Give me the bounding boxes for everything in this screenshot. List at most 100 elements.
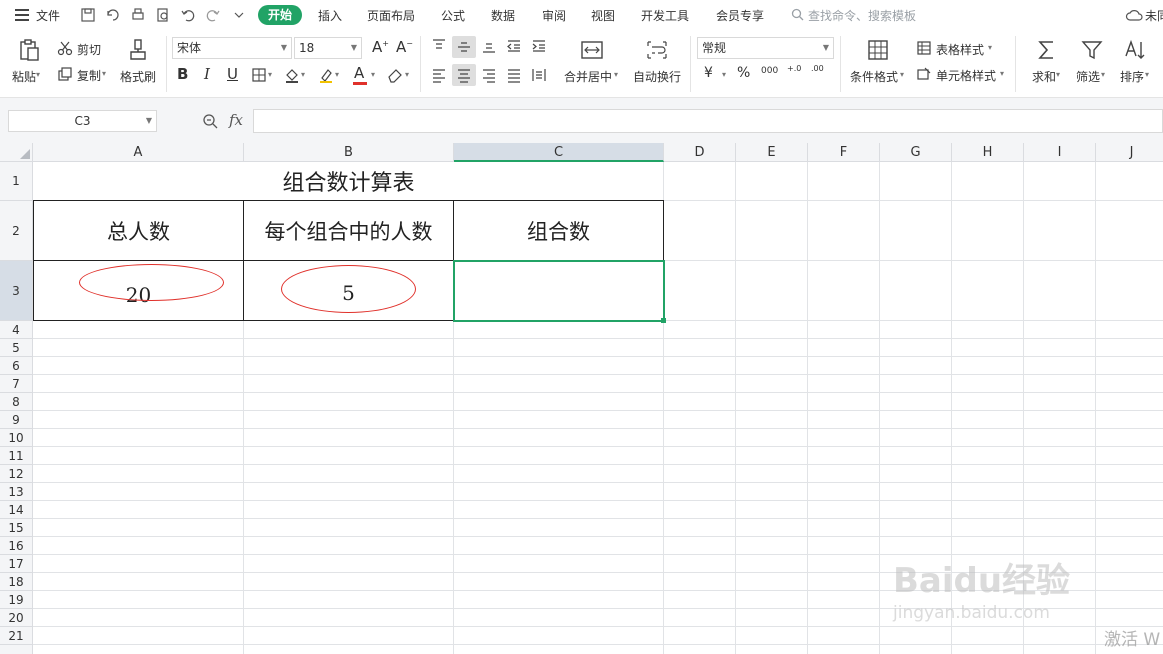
column-header-j[interactable]: J — [1096, 143, 1163, 162]
chevron-down-icon[interactable]: ▾ — [405, 70, 409, 79]
zoom-icon[interactable] — [202, 113, 218, 129]
format-painter-button[interactable]: 格式刷 — [120, 68, 156, 85]
row-header-3[interactable]: 3 — [0, 261, 33, 321]
row-header-10[interactable]: 10 — [0, 429, 33, 447]
align-top-icon[interactable] — [431, 38, 447, 54]
column-header-c[interactable]: C — [454, 143, 664, 162]
tab-insert[interactable]: 插入 — [318, 7, 342, 24]
column-header-g[interactable]: G — [880, 143, 952, 162]
cell-style-button[interactable]: 单元格样式 — [936, 67, 996, 84]
row-header-15[interactable]: 15 — [0, 519, 33, 537]
row-header-20[interactable]: 20 — [0, 609, 33, 627]
increase-indent-icon[interactable] — [531, 38, 547, 54]
name-box[interactable]: C3 ▼ — [8, 110, 157, 132]
tab-data[interactable]: 数据 — [491, 7, 515, 24]
row-header-19[interactable]: 19 — [0, 591, 33, 609]
tab-page-layout[interactable]: 页面布局 — [367, 7, 415, 24]
column-header-a[interactable]: A — [33, 143, 244, 162]
header-total-people[interactable]: 总人数 — [34, 201, 243, 260]
chevron-down-icon[interactable]: ▾ — [614, 70, 618, 79]
command-search-input[interactable]: 查找命令、搜索模板 — [808, 7, 916, 24]
copy-button[interactable]: 复制 — [77, 67, 101, 84]
align-right-icon[interactable] — [481, 67, 497, 83]
row-header-4[interactable]: 4 — [0, 321, 33, 339]
font-color-button[interactable]: A — [354, 64, 364, 82]
sync-status[interactable]: 未同 — [1145, 7, 1163, 24]
chevron-down-icon[interactable]: ▾ — [371, 70, 375, 79]
font-size-select[interactable]: 18 ▼ — [294, 37, 362, 59]
cut-button[interactable]: 剪切 — [77, 41, 101, 58]
row-header-13[interactable]: 13 — [0, 483, 33, 501]
chevron-down-icon[interactable]: ▾ — [1101, 70, 1105, 79]
decrease-indent-icon[interactable] — [506, 38, 522, 54]
tab-home[interactable]: 开始 — [258, 5, 302, 25]
align-bottom-icon[interactable] — [481, 38, 497, 54]
tab-view[interactable]: 视图 — [591, 7, 615, 24]
redo-icon[interactable] — [205, 7, 221, 23]
row-header-8[interactable]: 8 — [0, 393, 33, 411]
sheet-title-cell[interactable]: 组合数计算表 — [34, 162, 663, 200]
distributed-align-icon[interactable] — [531, 67, 547, 83]
currency-button[interactable]: ¥ — [704, 65, 713, 81]
paste-icon[interactable] — [17, 38, 41, 62]
paste-dropdown-icon[interactable]: ▾ — [36, 70, 40, 79]
column-header-h[interactable]: H — [952, 143, 1024, 162]
column-header-e[interactable]: E — [736, 143, 808, 162]
filter-button[interactable]: 筛选 — [1076, 68, 1100, 85]
chevron-down-icon[interactable]: ▾ — [1145, 70, 1149, 79]
number-format-select[interactable]: 常规 ▼ — [697, 37, 834, 59]
row-header-22[interactable] — [0, 645, 33, 654]
row-header-18[interactable]: 18 — [0, 573, 33, 591]
percent-button[interactable]: % — [737, 65, 750, 81]
tab-review[interactable]: 审阅 — [542, 7, 566, 24]
save-icon[interactable] — [80, 7, 96, 23]
export-icon[interactable] — [105, 7, 121, 23]
eraser-icon[interactable] — [387, 67, 403, 83]
paste-button[interactable]: 粘贴 — [12, 68, 36, 85]
row-header-9[interactable]: 9 — [0, 411, 33, 429]
chevron-down-icon[interactable]: ▾ — [900, 70, 904, 79]
highlight-icon[interactable] — [318, 67, 334, 83]
column-header-d[interactable]: D — [664, 143, 736, 162]
justify-icon[interactable] — [506, 67, 522, 83]
chevron-down-icon[interactable]: ▾ — [301, 70, 305, 79]
align-left-icon[interactable] — [431, 67, 447, 83]
fill-color-icon[interactable] — [284, 67, 300, 83]
row-header-21[interactable]: 21 — [0, 627, 33, 645]
row-header-6[interactable]: 6 — [0, 357, 33, 375]
decrease-decimal-button[interactable]: .00 — [811, 64, 824, 73]
chevron-down-icon[interactable]: ▾ — [1056, 70, 1060, 79]
tab-developer[interactable]: 开发工具 — [641, 7, 689, 24]
column-header-f[interactable]: F — [808, 143, 880, 162]
borders-icon[interactable] — [251, 67, 267, 83]
header-people-per-combination[interactable]: 每个组合中的人数 — [244, 201, 453, 260]
fx-label[interactable]: fx — [229, 111, 243, 129]
spreadsheet-grid[interactable]: A B C D E F G H I J 1 2 3 4 5 6 7 8 9 10… — [0, 143, 1163, 654]
chevron-down-icon[interactable]: ▾ — [268, 70, 272, 79]
table-style-button[interactable]: 表格样式 — [936, 41, 984, 58]
align-middle-button[interactable] — [452, 36, 476, 58]
copy-dropdown-icon[interactable]: ▾ — [102, 69, 106, 78]
file-menu[interactable]: 文件 — [36, 7, 60, 24]
hamburger-icon[interactable] — [15, 9, 29, 21]
bold-button[interactable]: B — [177, 65, 188, 83]
align-center-button[interactable] — [452, 64, 476, 86]
active-cell-selection[interactable] — [453, 260, 665, 322]
column-header-i[interactable]: I — [1024, 143, 1096, 162]
row-header-11[interactable]: 11 — [0, 447, 33, 465]
font-name-select[interactable]: 宋体 ▼ — [172, 37, 292, 59]
formula-input[interactable] — [253, 109, 1163, 133]
sum-button[interactable]: 求和 — [1032, 68, 1056, 85]
chevron-down-icon[interactable]: ▾ — [988, 43, 992, 52]
row-header-14[interactable]: 14 — [0, 501, 33, 519]
decrease-font-icon[interactable]: A− — [396, 38, 413, 56]
conditional-format-button[interactable]: 条件格式 — [850, 68, 898, 85]
chevron-down-icon[interactable]: ▾ — [722, 70, 726, 79]
row-header-17[interactable]: 17 — [0, 555, 33, 573]
undo-icon[interactable] — [180, 7, 196, 23]
merge-center-button[interactable]: 合并居中 — [564, 68, 612, 85]
wrap-text-button[interactable]: 自动换行 — [633, 68, 681, 85]
row-header-1[interactable]: 1 — [0, 162, 33, 201]
select-all-corner[interactable] — [0, 143, 33, 162]
underline-button[interactable]: U — [227, 65, 238, 83]
